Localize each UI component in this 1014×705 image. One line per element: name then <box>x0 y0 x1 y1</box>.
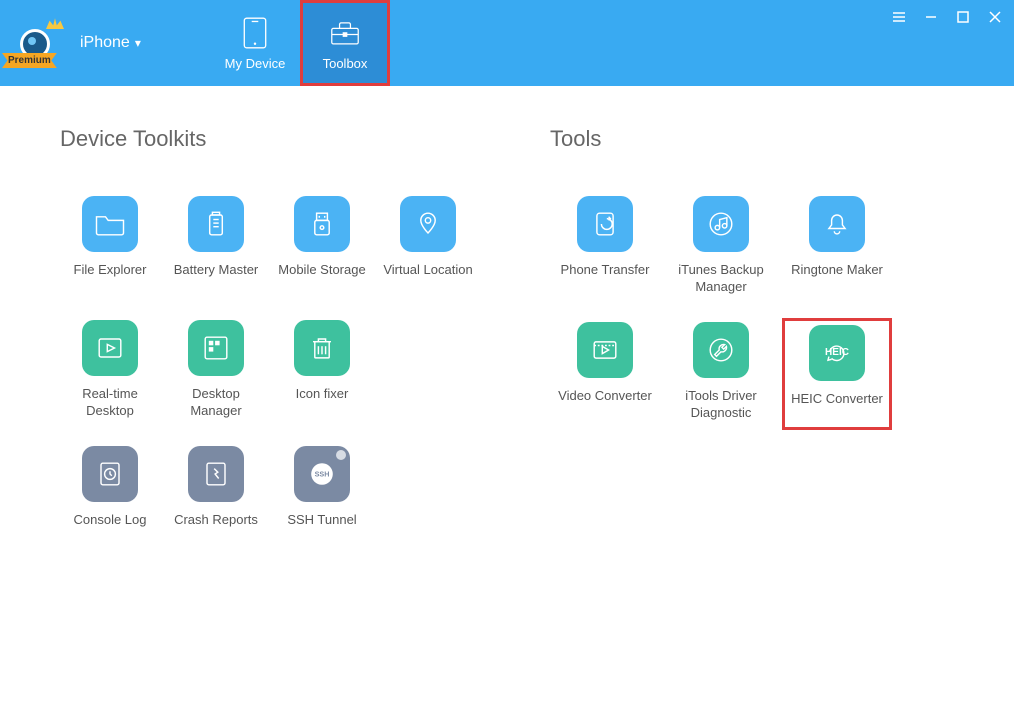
device-toolkits-grid: File Explorer Battery Master Mobile Stor… <box>60 192 480 548</box>
nav-label-toolbox: Toolbox <box>323 56 368 71</box>
nav-tab-my-device[interactable]: My Device <box>210 0 300 86</box>
tool-label: Console Log <box>74 512 147 544</box>
tool-video-converter[interactable]: Video Converter <box>550 318 660 430</box>
bell-icon <box>809 196 865 252</box>
tool-label: Icon fixer <box>296 386 349 418</box>
premium-badge: Premium <box>2 53 57 68</box>
tool-label: SSH Tunnel <box>287 512 356 544</box>
tool-battery-master[interactable]: Battery Master <box>166 192 266 298</box>
tablet-icon <box>238 16 272 50</box>
play-icon <box>82 320 138 376</box>
tool-label: Phone Transfer <box>561 262 650 294</box>
tool-label: iTunes Backup Manager <box>670 262 772 296</box>
tool-driver-diagnostic[interactable]: iTools Driver Diagnostic <box>666 318 776 430</box>
tool-label: Virtual Location <box>383 262 472 294</box>
wrench-icon <box>693 322 749 378</box>
window-controls <box>890 8 1004 26</box>
tool-virtual-location[interactable]: Virtual Location <box>378 192 478 298</box>
tool-phone-transfer[interactable]: Phone Transfer <box>550 192 660 300</box>
tool-itunes-backup[interactable]: iTunes Backup Manager <box>666 192 776 300</box>
tool-ssh-tunnel[interactable]: SSH SSH Tunnel <box>272 442 372 548</box>
tool-desktop-manager[interactable]: Desktop Manager <box>166 316 266 424</box>
close-icon[interactable] <box>986 8 1004 26</box>
minimize-icon[interactable] <box>922 8 940 26</box>
tool-label: iTools Driver Diagnostic <box>670 388 772 422</box>
device-selector[interactable]: iPhone <box>80 34 141 52</box>
tool-file-explorer[interactable]: File Explorer <box>60 192 160 298</box>
transfer-icon <box>577 196 633 252</box>
battery-icon <box>188 196 244 252</box>
tool-label: HEIC Converter <box>791 391 883 423</box>
toolbox-icon <box>328 16 362 50</box>
crash-doc-icon <box>188 446 244 502</box>
tool-label: Crash Reports <box>174 512 258 544</box>
tool-console-log[interactable]: Console Log <box>60 442 160 548</box>
location-icon <box>400 196 456 252</box>
logo-area: Premium iPhone <box>0 0 210 86</box>
tool-label: File Explorer <box>74 262 147 294</box>
tool-label: Real-time Desktop <box>64 386 156 420</box>
section-title-tools: Tools <box>550 126 930 152</box>
folder-icon <box>82 196 138 252</box>
tool-heic-converter[interactable]: HEIC HEIC Converter <box>782 318 892 430</box>
tool-icon-fixer[interactable]: Icon fixer <box>272 316 372 424</box>
tool-mobile-storage[interactable]: Mobile Storage <box>272 192 372 298</box>
heic-icon: HEIC <box>809 325 865 381</box>
trash-icon <box>294 320 350 376</box>
tool-label: Video Converter <box>558 388 652 420</box>
tools-grid: Phone Transfer iTunes Backup Manager Rin… <box>550 192 930 430</box>
tool-ringtone-maker[interactable]: Ringtone Maker <box>782 192 892 300</box>
section-title-device-toolkits: Device Toolkits <box>60 126 480 152</box>
section-tools: Tools Phone Transfer iTunes Backup Manag… <box>550 126 930 548</box>
menu-icon[interactable] <box>890 8 908 26</box>
ssh-icon: SSH <box>294 446 350 502</box>
film-icon <box>577 322 633 378</box>
tool-label: Mobile Storage <box>278 262 365 294</box>
svg-text:SSH: SSH <box>315 469 330 478</box>
device-selector-label: iPhone <box>80 34 130 52</box>
usb-icon <box>294 196 350 252</box>
main-content: Device Toolkits File Explorer Battery Ma… <box>0 86 1014 588</box>
tool-realtime-desktop[interactable]: Real-time Desktop <box>60 316 160 424</box>
itunes-icon <box>693 196 749 252</box>
nav-label-my-device: My Device <box>225 56 286 71</box>
tool-crash-reports[interactable]: Crash Reports <box>166 442 266 548</box>
tool-label: Ringtone Maker <box>791 262 883 294</box>
clock-doc-icon <box>82 446 138 502</box>
app-header: Premium iPhone My Device Toolbox <box>0 0 1014 86</box>
nav-tab-toolbox[interactable]: Toolbox <box>300 0 390 86</box>
tool-label: Battery Master <box>174 262 259 294</box>
tool-label: Desktop Manager <box>170 386 262 420</box>
maximize-icon[interactable] <box>954 8 972 26</box>
grid-icon <box>188 320 244 376</box>
section-device-toolkits: Device Toolkits File Explorer Battery Ma… <box>60 126 480 548</box>
